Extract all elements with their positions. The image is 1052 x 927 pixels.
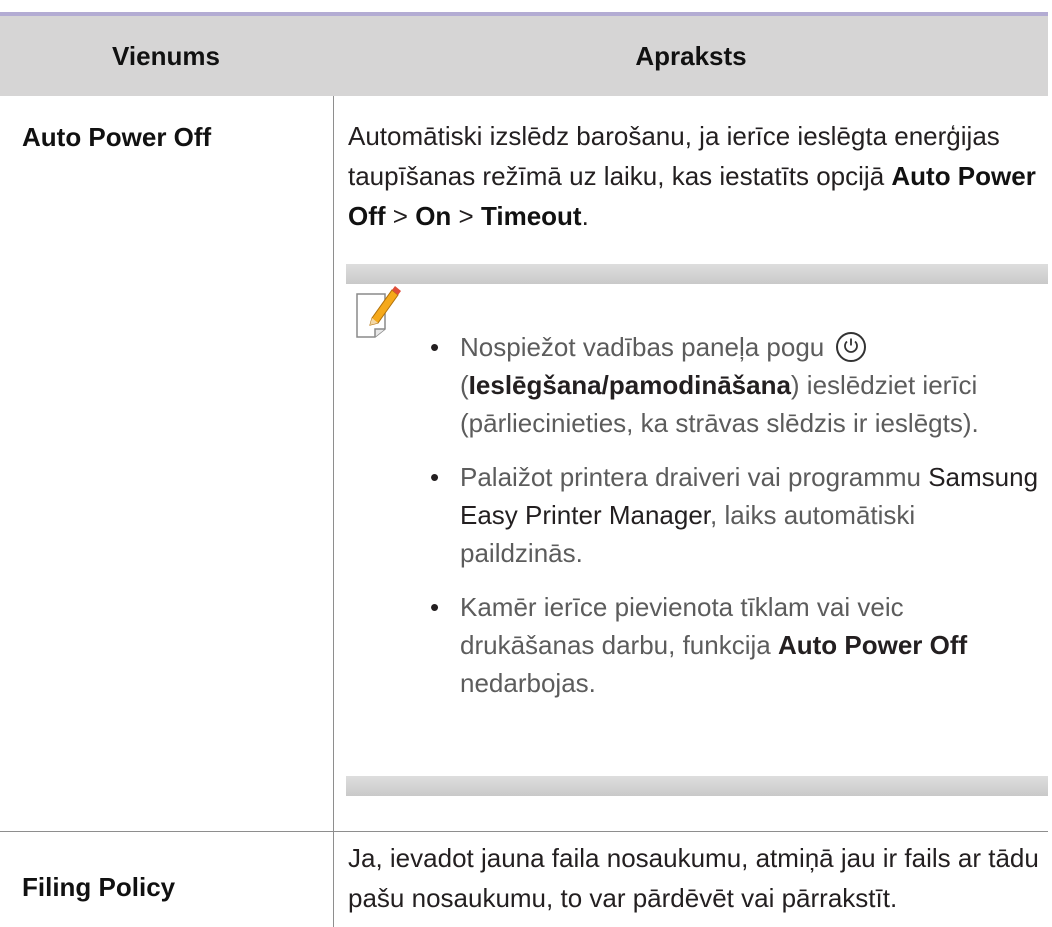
row-separator: [0, 831, 1048, 832]
row-item-auto-power-off: Auto Power Off: [22, 122, 212, 152]
row-description-filing-policy: Ja, ievadot jauna faila nosaukumu, atmiņ…: [348, 843, 1039, 913]
row-item-filing-policy: Filing Policy: [22, 872, 176, 902]
note-bullet-item: Kamēr ierīce pievienota tīklam vai veic …: [430, 588, 1042, 702]
header-description: Apraksts: [635, 41, 747, 71]
note-top-bar: [346, 264, 1048, 284]
note-bottom-bar: [346, 776, 1048, 796]
row-description-auto-power-off: Automātiski izslēdz barošanu, ja ierīce …: [348, 121, 1036, 231]
note-bullet-list: Nospiežot vadības paneļa pogu (Ieslēgšan…: [430, 328, 1042, 718]
note-pencil-icon: [356, 286, 401, 338]
note-bullet-item: Palaižot printera draiveri vai programmu…: [430, 458, 1042, 572]
power-button-icon: [835, 332, 866, 362]
header-item: Vienums: [112, 41, 220, 71]
table-header: Vienums Apraksts: [0, 16, 1048, 96]
note-bullet-item: Nospiežot vadības paneļa pogu (Ieslēgšan…: [430, 328, 1042, 442]
column-divider: [333, 96, 334, 927]
